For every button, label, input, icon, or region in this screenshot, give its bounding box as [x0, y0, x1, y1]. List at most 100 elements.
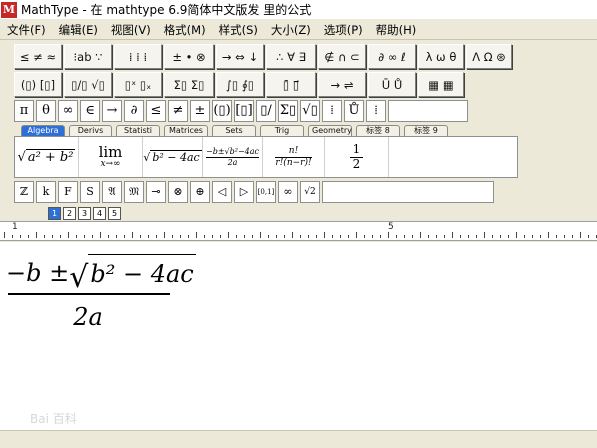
- infinity-small-button[interactable]: ∞: [278, 181, 298, 203]
- ruler-tick: [532, 235, 533, 238]
- greek-lower-palette-button[interactable]: λ ω θ: [418, 44, 464, 69]
- fraction-button[interactable]: ▯/▯: [256, 100, 276, 138]
- bar-tab-2[interactable]: 2: [63, 207, 76, 220]
- template-quadratic[interactable]: −b±√b²−4ac 2a: [203, 137, 263, 177]
- menu-style[interactable]: 样式(S): [212, 22, 264, 38]
- menu-view[interactable]: 视图(V): [104, 22, 157, 38]
- tab-derivs[interactable]: Derivs: [69, 125, 112, 136]
- formula-numerator: −b ± √ b² − 4ac: [6, 253, 196, 295]
- tab-label-9[interactable]: 标签 9: [404, 125, 448, 136]
- fractions-palette-button[interactable]: ▯/▯ √▯: [64, 72, 112, 97]
- ruler-tick: [572, 235, 573, 238]
- template-limit[interactable]: lim x→∞: [79, 137, 143, 177]
- sqrt-two-button[interactable]: √2: [300, 181, 320, 203]
- bar-tab-4[interactable]: 4: [93, 207, 106, 220]
- symbol-bar: π θ ∞ ∈ → ∂ ≤ ≠ ± (▯) [▯] ▯/▯ Σ▯ √▯ ⁞ Ů …: [14, 100, 470, 138]
- infinity-button[interactable]: ∞: [58, 100, 78, 122]
- ruler-tick: [524, 235, 525, 238]
- sums-palette-button[interactable]: Σ▯ Σ▯: [164, 72, 214, 97]
- less-equal-button[interactable]: ≤: [146, 100, 166, 122]
- sqrt-button[interactable]: √▯: [300, 100, 320, 122]
- scripts-palette-icon: ▯ˣ ▯ₓ: [124, 77, 152, 92]
- template-combination[interactable]: n! r!(n−r)!: [263, 137, 325, 177]
- equation-editor[interactable]: −b ± √ b² − 4ac 2a Bai 百科: [0, 242, 597, 430]
- arrows-palette-button[interactable]: → ⇔ ↓: [216, 44, 264, 69]
- symbol-bar-2: ℤ k F S 𝔄 𝔐 ⊸ ⊗ ⊕ ◁ ▷ [0,1] ∞ √2: [14, 181, 496, 203]
- misc-palette-button[interactable]: ∂ ∞ ℓ: [368, 44, 416, 69]
- logic-palette-button[interactable]: ∴ ∀ ∃: [266, 44, 316, 69]
- template-quadratic-den: 2a: [227, 157, 238, 167]
- greek-upper-palette-button[interactable]: Λ Ω ⊛: [466, 44, 512, 69]
- empty-symbol-slot[interactable]: [388, 100, 468, 122]
- s-button[interactable]: S: [80, 181, 100, 203]
- labeled-arrows-palette-icon: → ⇌: [330, 77, 354, 92]
- tab-matrices[interactable]: Matrices: [164, 125, 208, 136]
- template-half[interactable]: 1 2: [325, 137, 389, 177]
- menu-help[interactable]: 帮助(H): [369, 22, 423, 38]
- circled-plus-button[interactable]: ⊕: [190, 181, 210, 203]
- template-pythagoras[interactable]: √ a² + b²: [15, 137, 79, 177]
- empty-small-slot[interactable]: [322, 181, 494, 203]
- theta-button[interactable]: θ: [36, 100, 56, 122]
- fraktur-a-button[interactable]: 𝔄: [102, 181, 122, 203]
- pi-button[interactable]: π: [14, 100, 34, 122]
- sets-palette-button[interactable]: ∉ ∩ ⊂: [318, 44, 366, 69]
- integers-button[interactable]: ℤ: [14, 181, 34, 203]
- tab-geometry[interactable]: Geometry: [308, 125, 352, 136]
- tab-sets[interactable]: Sets: [212, 125, 256, 136]
- ruler-tick: [36, 232, 37, 238]
- operators-palette-button[interactable]: ± • ⊗: [164, 44, 214, 69]
- relations-palette-button[interactable]: ≤ ≠ ≈: [14, 44, 62, 69]
- ruler-tick: [180, 235, 181, 238]
- template-empty-slot[interactable]: [389, 137, 517, 177]
- triangle-right-button[interactable]: ▷: [234, 181, 254, 203]
- tab-trig[interactable]: Trig: [260, 125, 304, 136]
- summation-button[interactable]: Σ▯: [278, 100, 298, 122]
- multimap-button[interactable]: ⊸: [146, 181, 166, 203]
- interval-button[interactable]: [0,1]: [256, 181, 276, 203]
- bar-tab-5[interactable]: 5: [108, 207, 121, 220]
- f-button[interactable]: F: [58, 181, 78, 203]
- menu-file[interactable]: 文件(F): [0, 22, 52, 38]
- menu-edit[interactable]: 编辑(E): [52, 22, 104, 38]
- fences-palette-button[interactable]: (▯) [▯]: [14, 72, 62, 97]
- element-of-button[interactable]: ∈: [80, 100, 100, 122]
- bar-tab-1[interactable]: 1: [48, 207, 61, 220]
- ruler-tick: [28, 235, 29, 238]
- k-button[interactable]: k: [36, 181, 56, 203]
- products-palette-button[interactable]: Ū Ů: [368, 72, 416, 97]
- misc-palette-icon: ∂ ∞ ℓ: [378, 49, 406, 64]
- tab-statistics[interactable]: Statisti: [116, 125, 160, 136]
- ruler-tick: [220, 235, 221, 238]
- not-equal-button[interactable]: ≠: [168, 100, 188, 122]
- partial-button[interactable]: ∂: [124, 100, 144, 122]
- triangle-left-button[interactable]: ◁: [212, 181, 232, 203]
- ruler-tick: [564, 235, 565, 238]
- plus-minus-button[interactable]: ±: [190, 100, 210, 122]
- fraktur-m-button[interactable]: 𝔐: [124, 181, 144, 203]
- brackets-button[interactable]: [▯]: [234, 100, 254, 122]
- ruler: 1 5: [0, 221, 597, 241]
- menu-options[interactable]: 选项(P): [317, 22, 369, 38]
- vertical-dots-button[interactable]: ⁞: [322, 100, 342, 122]
- bar-tab-3[interactable]: 3: [78, 207, 91, 220]
- circled-times-button[interactable]: ⊗: [168, 181, 188, 203]
- matrices-palette-icon: ▦ ▦: [428, 77, 454, 92]
- tab-label-8[interactable]: 标签 8: [356, 125, 400, 136]
- ring-accent-button[interactable]: Ů: [344, 100, 364, 122]
- bars-palette-button[interactable]: ▯̄ ▯⃗: [266, 72, 316, 97]
- template-discriminant[interactable]: √ b² − 4ac: [143, 137, 203, 177]
- scripts-palette-button[interactable]: ▯ˣ ▯ₓ: [114, 72, 162, 97]
- dots-button[interactable]: ⁞: [366, 100, 386, 122]
- tab-algebra[interactable]: Algebra: [21, 125, 65, 136]
- sqrt-sign-icon: √: [69, 259, 89, 295]
- arrow-right-button[interactable]: →: [102, 100, 122, 122]
- embellishments-palette-button[interactable]: ⁞ ⁞ ⁞: [114, 44, 162, 69]
- labeled-arrows-palette-button[interactable]: → ⇌: [318, 72, 366, 97]
- integrals-palette-button[interactable]: ∫▯ ∮▯: [216, 72, 264, 97]
- menu-size[interactable]: 大小(Z): [264, 22, 317, 38]
- menu-format[interactable]: 格式(M): [157, 22, 212, 38]
- spaces-palette-button[interactable]: ⁝ab ∵: [64, 44, 112, 69]
- matrices-palette-button[interactable]: ▦ ▦: [418, 72, 464, 97]
- parentheses-button[interactable]: (▯): [212, 100, 232, 122]
